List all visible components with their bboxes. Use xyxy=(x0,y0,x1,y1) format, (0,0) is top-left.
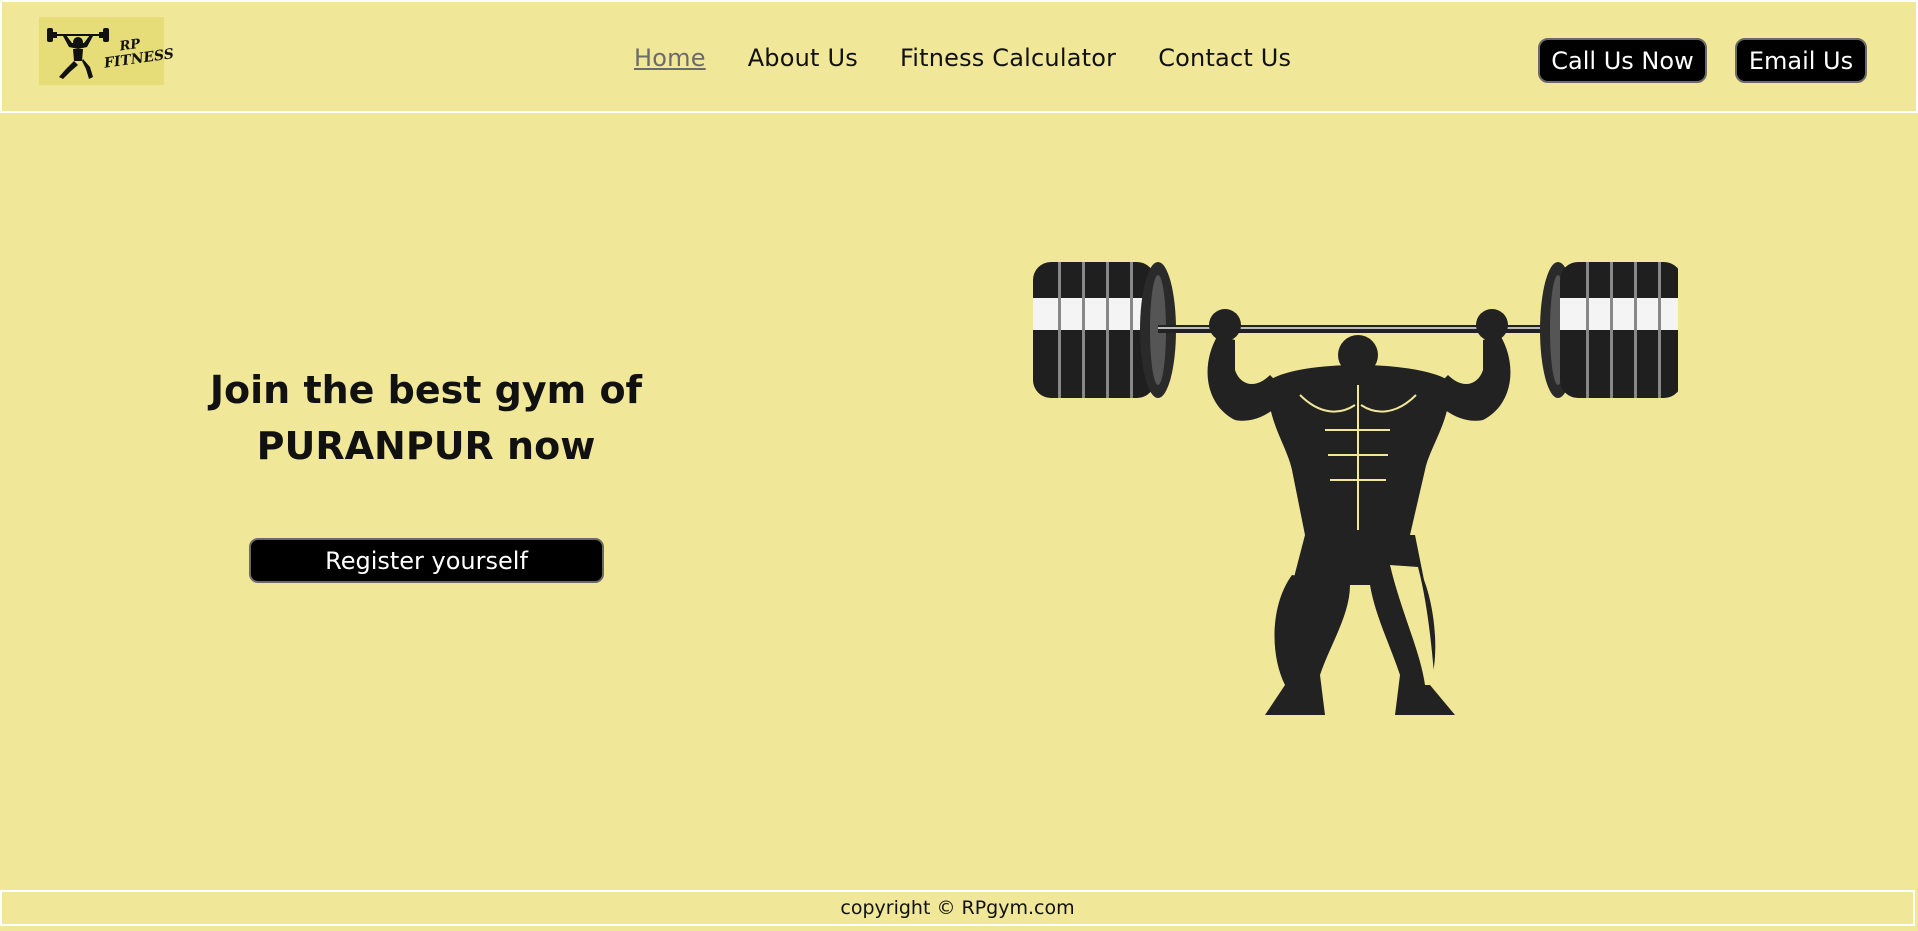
left-weight-plates xyxy=(1033,262,1176,398)
email-us-button[interactable]: Email Us xyxy=(1735,38,1867,83)
nav-home-link[interactable]: Home xyxy=(634,44,706,72)
nav-fitness-calculator-link[interactable]: Fitness Calculator xyxy=(900,44,1116,72)
hero-title: Join the best gym of PURANPUR now xyxy=(180,362,672,474)
brand-logo[interactable]: RP FITNESS xyxy=(39,17,175,85)
register-button[interactable]: Register yourself xyxy=(249,538,604,583)
hero-title-line2: PURANPUR now xyxy=(256,424,596,468)
nav-contact-link[interactable]: Contact Us xyxy=(1158,44,1291,72)
bodybuilder-illustration xyxy=(1033,262,1678,715)
site-footer: copyright © RPgym.com xyxy=(0,890,1915,926)
hero-title-line1: Join the best gym of xyxy=(209,368,643,412)
site-header: RP FITNESS Home About Us Fitness Calcula… xyxy=(0,0,1918,113)
copyright-text: copyright © RPgym.com xyxy=(840,897,1075,919)
call-us-button[interactable]: Call Us Now xyxy=(1538,38,1707,83)
main-nav: Home About Us Fitness Calculator Contact… xyxy=(634,44,1333,72)
right-weight-plates xyxy=(1540,262,1678,398)
nav-about-link[interactable]: About Us xyxy=(748,44,858,72)
